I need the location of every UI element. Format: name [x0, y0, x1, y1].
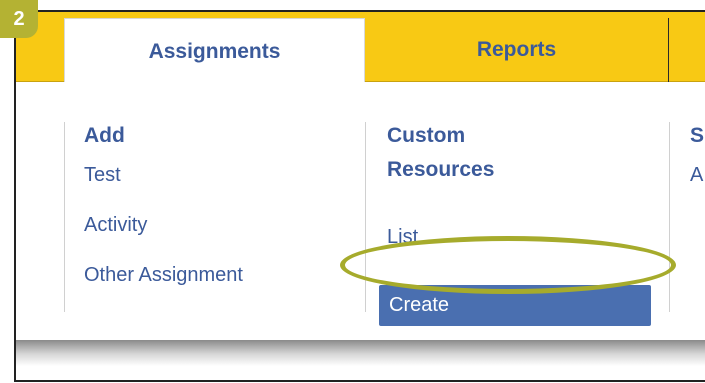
menu-item-other-assignment[interactable]: Other Assignment: [84, 264, 243, 287]
menu-item-activity[interactable]: Activity: [84, 214, 147, 237]
menu-column-partial: S A: [669, 122, 705, 312]
column-heading-add: Add: [84, 124, 125, 147]
menu-column-add: Add Test Activity Other Assignment: [64, 122, 366, 312]
menu-column-custom-resources: Custom Resources List Create: [365, 122, 670, 326]
column-heading-line-2: Resources: [387, 158, 495, 181]
panel-shadow: [16, 340, 705, 366]
app-window: Assignments Reports Add Test Activity Ot…: [14, 10, 705, 382]
tab-assignments[interactable]: Assignments: [64, 18, 365, 84]
tab-reports[interactable]: Reports: [365, 18, 669, 82]
step-number-badge: 2: [0, 0, 38, 38]
dropdown-menu-panel: Add Test Activity Other Assignment Custo…: [16, 82, 705, 340]
menu-item-list[interactable]: List: [387, 226, 418, 249]
tab-bar: Assignments Reports: [16, 12, 705, 84]
column-heading-partial: S: [690, 124, 705, 147]
menu-item-test[interactable]: Test: [84, 164, 121, 187]
menu-item-create[interactable]: Create: [379, 285, 651, 326]
column-heading-custom-resources: Custom Resources: [387, 124, 587, 182]
column-heading-line-1: Custom: [387, 124, 466, 147]
menu-item-partial[interactable]: A: [690, 164, 703, 187]
